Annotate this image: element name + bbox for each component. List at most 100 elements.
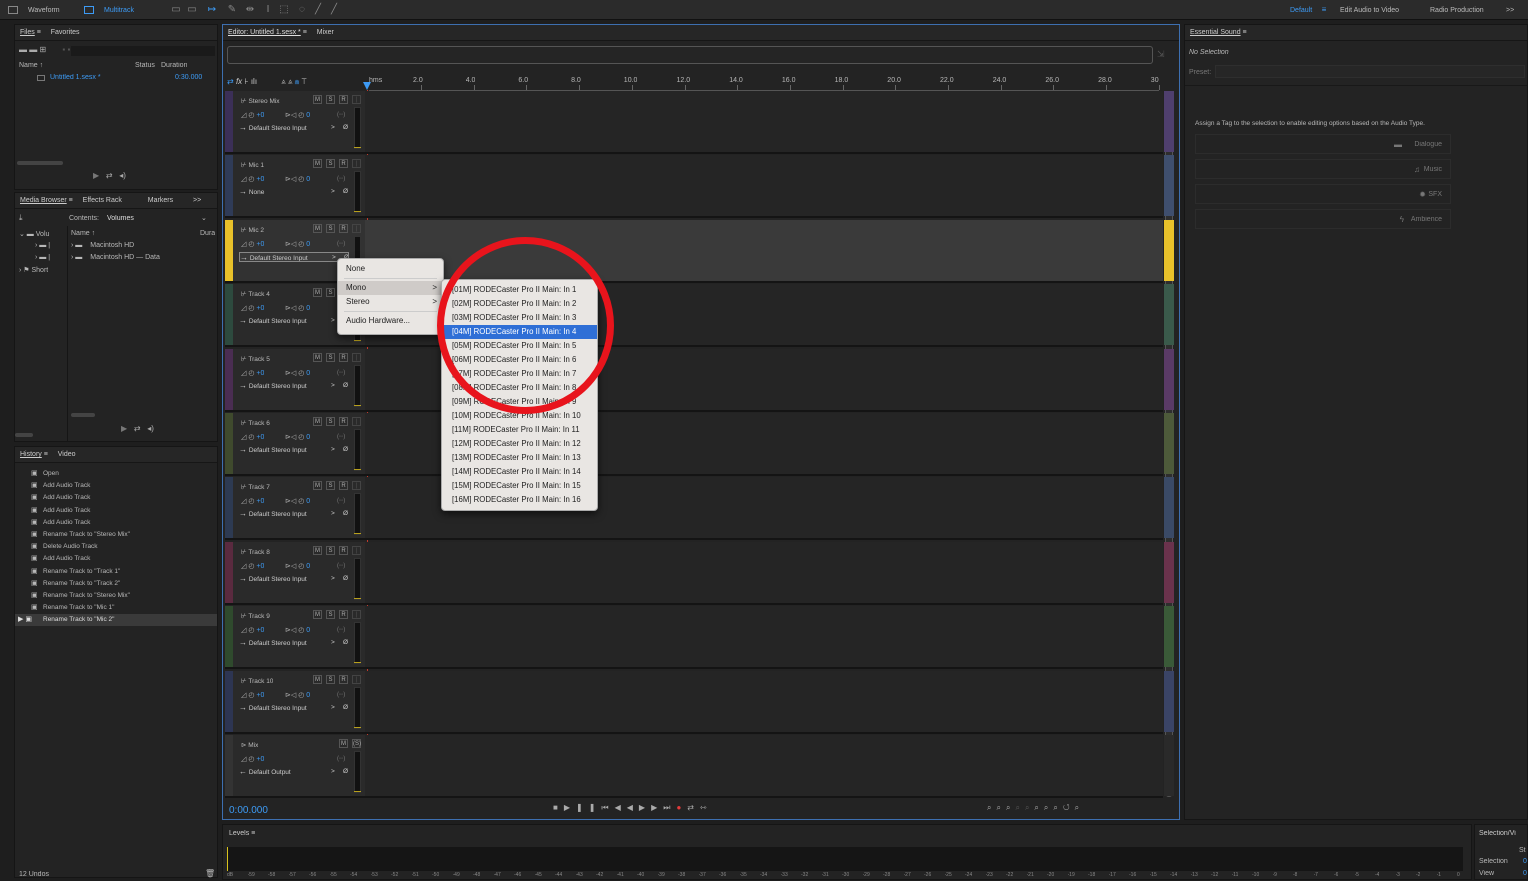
track-icon[interactable]: ⩓ (288, 77, 293, 86)
record-arm-button[interactable]: R (339, 223, 348, 233)
music-button[interactable]: Music ♫ (1195, 159, 1451, 179)
tree-scrollbar[interactable] (15, 433, 33, 437)
workspace-default[interactable]: Default (1286, 5, 1316, 16)
stereo-icon[interactable]: (◦◦) (337, 434, 345, 440)
track-name[interactable]: ⊬ Stereo Mix (241, 97, 280, 105)
volume-control[interactable]: ◿ ◴ +0 (241, 626, 264, 634)
pan-control[interactable]: ⊳◁ ◴ 0 (285, 175, 310, 183)
mute-button[interactable]: M (313, 288, 322, 298)
pan-control[interactable]: ⊳◁ ◴ 0 (285, 691, 310, 699)
history-item[interactable]: ▣ Add Audio Track (15, 553, 217, 565)
input-select[interactable]: → Default Stereo Input>Ø (239, 251, 349, 262)
sfx-button[interactable]: SFX ✹ (1195, 184, 1451, 204)
input-select[interactable]: → None > Ø (239, 187, 349, 197)
col-duration[interactable]: Duration (161, 62, 187, 69)
pan-control[interactable]: ⊳◁ ◴ 0 (285, 562, 310, 570)
solo-button[interactable]: S (326, 481, 335, 491)
track[interactable]: ⊬ Mic 1 M S R | ◿ ◴ +0 ⊳◁ ◴ 0 (◦◦) → None > Ø (225, 155, 1163, 219)
autoplay-icon[interactable]: ◂) (119, 171, 126, 180)
track[interactable]: ⊬ Track 5 M S R | ◿ ◴ +0 ⊳◁ ◴ 0 (◦◦) → Default S… (225, 348, 1163, 412)
track[interactable]: ⊬ Track 6 M S R | ◿ ◴ +0 ⊳◁ ◴ 0 (◦◦) → Default S… (225, 413, 1163, 476)
zoom-icon[interactable]: ⇲ (1157, 49, 1165, 60)
phase-invert-button[interactable]: Ø (343, 703, 348, 713)
mono-input-item[interactable]: [14M] RODECaster Pro II Main: In 14 (442, 465, 597, 479)
volume-control[interactable]: ◿ ◴ +0 (241, 433, 264, 441)
history-item[interactable]: ▣ Rename Track to "Track 1" (15, 566, 217, 578)
routing-icon[interactable]: ⇄ (227, 77, 234, 86)
track-name[interactable]: ⊳ Mix (241, 741, 258, 749)
sends-icon[interactable]: ⊦ (244, 77, 248, 86)
shortcuts-tree-item[interactable]: › ⚑ Short (19, 266, 48, 274)
media-scrollbar[interactable] (71, 413, 95, 417)
more-panels-button[interactable]: >> (193, 197, 201, 204)
mix-track[interactable]: ⊳ Mix M (S) ◿ ◴ +0 (◦◦) ← Default Output > Ø (225, 735, 1163, 798)
pause-icon[interactable]: ❚❚ (576, 803, 601, 812)
history-item[interactable]: ▣ Add Audio Track (15, 480, 217, 492)
volume-control[interactable]: ◿ ◴ +0 (241, 175, 264, 183)
tab-favorites[interactable]: Favorites (51, 29, 80, 36)
input-select[interactable]: → Default Stereo Input>Ø (239, 703, 349, 713)
pan-control[interactable]: ⊳◁ ◴ 0 (285, 497, 310, 505)
phase-invert-button[interactable]: Ø (343, 574, 348, 584)
play-icon[interactable]: ▶ (564, 803, 576, 812)
history-item[interactable]: ▣ Rename Track to "Mic 1" (15, 602, 217, 614)
stereo-icon[interactable]: (◦◦) (337, 176, 345, 182)
solo-button[interactable]: S (326, 610, 335, 620)
tab-editor[interactable]: Editor: Untitled 1.sesx * (228, 29, 301, 36)
tab-video[interactable]: Video (58, 451, 76, 458)
track[interactable]: ⊬ Track 7 M S R | ◿ ◴ +0 ⊳◁ ◴ 0 (◦◦) → Default S… (225, 477, 1163, 541)
spot-healing-tool-icon[interactable]: ╱ (328, 4, 340, 16)
tab-media-browser[interactable]: Media Browser (20, 197, 67, 204)
panel-menu-icon[interactable]: ≡ (1243, 29, 1247, 36)
volume-control[interactable]: ◿ ◴ +0 (241, 111, 264, 119)
phase-invert-button[interactable]: Ø (343, 445, 348, 455)
mute-button[interactable]: M (339, 739, 348, 748)
phase-invert-button[interactable]: Ø (343, 187, 348, 197)
pan-control[interactable]: ⊳◁ ◴ 0 (285, 369, 310, 377)
monitor-input-button[interactable]: | (352, 159, 361, 169)
monitor-input-button[interactable]: | (352, 352, 361, 362)
trash-icon[interactable]: 🗑 (205, 869, 215, 878)
workspace-menu-icon[interactable]: ≡ (1318, 4, 1330, 16)
workspace-radio-production[interactable]: Radio Production (1426, 5, 1488, 16)
record-arm-button[interactable]: R (339, 352, 348, 362)
loop-icon[interactable]: ⇄ (687, 803, 700, 812)
volume-tree-item[interactable]: › ▬ | (35, 254, 50, 261)
monitor-input-button[interactable]: | (352, 610, 361, 620)
tab-essential-sound[interactable]: Essential Sound (1190, 29, 1241, 36)
stereo-icon[interactable]: (◦◦) (337, 241, 345, 247)
col-name[interactable]: Name ↑ (19, 62, 43, 69)
history-item[interactable]: ▣ Add Audio Track (15, 517, 217, 529)
play-icon[interactable]: ▶ (121, 424, 127, 433)
mono-input-item[interactable]: [13M] RODECaster Pro II Main: In 13 (442, 451, 597, 465)
contents-dropdown-icon[interactable]: ⌄ (201, 214, 207, 222)
mono-input-item[interactable]: [11M] RODECaster Pro II Main: In 11 (442, 423, 597, 437)
track-name[interactable]: ⊬ Track 5 (241, 355, 270, 363)
track-icon[interactable]: ⩓ (281, 77, 286, 86)
delete-icon[interactable]: ▪ (67, 45, 70, 54)
monitor-input-button[interactable]: | (352, 223, 361, 233)
col-status[interactable]: Status (135, 62, 155, 69)
track-color-strip[interactable] (225, 606, 233, 668)
input-select[interactable]: → Default Stereo Input>Ø (239, 574, 349, 584)
pan-control[interactable]: ⊳◁ ◴ 0 (285, 433, 310, 441)
stereo-icon[interactable]: (◦◦) (337, 692, 345, 698)
solo-button[interactable]: S (326, 417, 335, 426)
menu-item-audio-hardware[interactable]: Audio Hardware... (338, 314, 443, 328)
zoom-reset-icon[interactable]: ↺ (1063, 803, 1075, 812)
record-arm-button[interactable]: R (339, 674, 348, 684)
loop-icon[interactable]: ⇄ (134, 424, 141, 433)
volume-control[interactable]: ◿ ◴ +0 (241, 304, 264, 312)
mute-button[interactable]: M (313, 481, 322, 491)
tab-markers[interactable]: Markers (148, 197, 173, 204)
marker-icon[interactable]: ⊤ (302, 77, 307, 86)
spectral-pitch-icon[interactable]: ▭ (186, 4, 198, 16)
history-item[interactable]: ▣ Delete Audio Track (15, 541, 217, 553)
zoom-out-amplitude-icon[interactable]: ⌕ (996, 803, 1005, 812)
history-item[interactable]: ▣ Add Audio Track (15, 505, 217, 517)
solo-button[interactable]: S (326, 95, 335, 104)
track-color-strip[interactable] (225, 219, 233, 281)
record-arm-button[interactable]: R (339, 159, 348, 169)
monitor-input-button[interactable]: | (352, 95, 361, 104)
pan-control[interactable]: ⊳◁ ◴ 0 (285, 626, 310, 634)
